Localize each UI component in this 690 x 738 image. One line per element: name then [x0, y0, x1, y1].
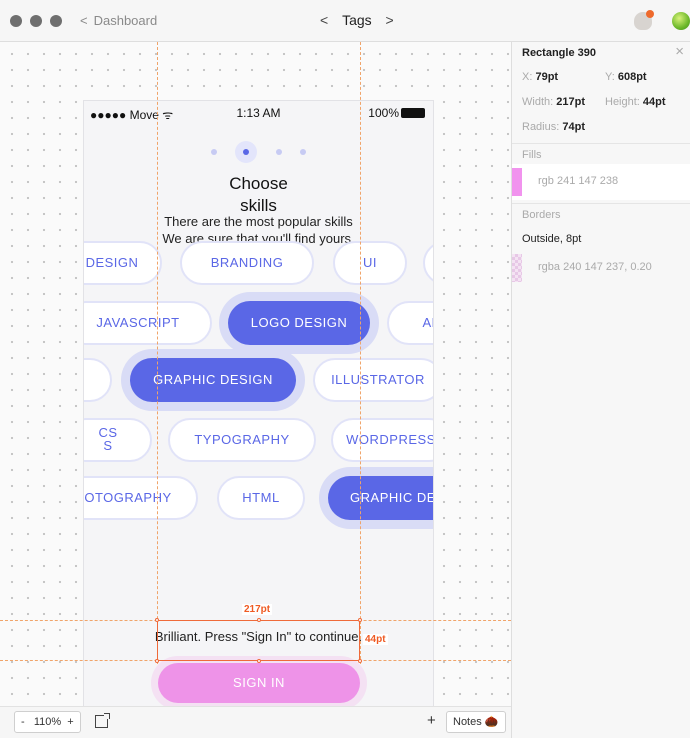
chevron-left-icon: < — [80, 13, 88, 28]
user-avatar-icon[interactable] — [672, 12, 690, 30]
height-label: Height: — [605, 96, 640, 108]
width-measurement: 217pt — [242, 604, 273, 615]
zoom-control: - 110% + — [14, 711, 81, 733]
selection-outline[interactable] — [155, 618, 362, 663]
x-value: 79pt — [535, 71, 559, 83]
page-dot — [275, 149, 282, 155]
close-window-button[interactable] — [10, 15, 22, 27]
battery-icon — [401, 108, 425, 118]
radius-label: Radius: — [522, 121, 560, 133]
tag-graphic-design-selected[interactable]: GRAPHIC DESIGN — [130, 358, 296, 402]
next-page-button[interactable]: > — [376, 12, 404, 28]
tag-graphic-design-selected-2[interactable]: GRAPHIC DE — [328, 476, 433, 520]
border-position: Outside, 8pt — [522, 233, 582, 245]
guide-line-vertical — [360, 42, 361, 664]
x-position: X: 79pt — [522, 71, 558, 83]
notification-bell-icon[interactable] — [634, 10, 654, 30]
expand-icon[interactable] — [95, 713, 110, 728]
tag-partial[interactable] — [423, 241, 433, 285]
sign-in-button[interactable]: SIGN IN — [158, 663, 360, 703]
tag-typography[interactable]: TYPOGRAPHY — [168, 418, 316, 462]
battery-label: 100% — [368, 106, 399, 120]
resize-handle[interactable] — [155, 659, 159, 663]
tag-wordpress[interactable]: WORDPRESS — [331, 418, 433, 462]
border-value: rgba 240 147 237, 0.20 — [538, 261, 652, 273]
resize-handle[interactable] — [358, 659, 362, 663]
page-title: Tags — [342, 12, 372, 28]
tag-html[interactable]: HTML — [217, 476, 305, 520]
page-dot — [210, 149, 217, 155]
tag-css-line-2: S — [103, 438, 113, 453]
width-value: 217pt — [556, 96, 585, 108]
borders-section-header: Borders — [512, 203, 690, 225]
page-navigator: < Tags > — [310, 12, 404, 28]
y-value: 608pt — [617, 71, 647, 83]
battery-indicator: 100% — [368, 106, 425, 120]
y-label: Y: — [605, 71, 615, 83]
tag-branding[interactable]: BRANDING — [180, 241, 314, 285]
bottom-toolbar: - 110% + + Notes 🌰 — [0, 706, 511, 738]
tag-css-line-1: CS — [98, 425, 118, 440]
status-bar: ●●●●● Move ᯤ 1:13 AM 100% — [84, 101, 433, 123]
tag-art[interactable]: AR — [387, 301, 433, 345]
fill-row[interactable]: rgb 241 147 238 — [512, 164, 690, 200]
heading-line-1: Choose — [229, 174, 288, 193]
guide-line-vertical — [157, 42, 158, 664]
resize-handle[interactable] — [155, 618, 159, 622]
fill-color-swatch[interactable] — [512, 168, 522, 196]
tag-ui[interactable]: UI — [333, 241, 407, 285]
fills-section-header: Fills — [512, 143, 690, 165]
page-dot-active — [235, 141, 258, 163]
tag-partial[interactable] — [84, 358, 112, 402]
zoom-out-button[interactable]: - — [21, 716, 25, 728]
tag-photography[interactable]: OTOGRAPHY — [84, 476, 198, 520]
tag-design[interactable]: DESIGN — [84, 241, 162, 285]
resize-handle[interactable] — [257, 618, 261, 622]
back-to-dashboard-link[interactable]: < Dashboard — [80, 13, 157, 28]
inspector-panel: Rectangle 390 × X: 79pt Y: 608pt Width: … — [511, 42, 690, 738]
resize-handle[interactable] — [358, 618, 362, 622]
add-note-button[interactable]: + — [427, 712, 436, 729]
fill-value: rgb 241 147 238 — [538, 175, 619, 187]
page-indicator — [84, 141, 433, 163]
tag-css[interactable]: CS S — [84, 418, 152, 462]
tag-logo-design-selected[interactable]: LOGO DESIGN — [228, 301, 370, 345]
inspector-title: Rectangle 390 — [522, 47, 596, 59]
tag-javascript[interactable]: JAVASCRIPT — [84, 301, 212, 345]
screen-heading: Choose skills — [84, 173, 433, 217]
notes-button[interactable]: Notes 🌰 — [446, 711, 506, 733]
width-property: Width: 217pt — [522, 96, 585, 108]
tag-illustrator[interactable]: ILLUSTRATOR — [313, 358, 433, 402]
radius-property: Radius: 74pt — [522, 121, 585, 133]
height-value: 44pt — [642, 96, 666, 108]
border-row[interactable]: rgba 240 147 237, 0.20 — [512, 250, 690, 286]
height-measurement: 44pt — [363, 634, 388, 645]
zoom-level: 110% — [33, 716, 62, 728]
maximize-window-button[interactable] — [50, 15, 62, 27]
minimize-window-button[interactable] — [30, 15, 42, 27]
close-icon[interactable]: × — [675, 43, 684, 60]
border-color-swatch[interactable] — [512, 254, 522, 282]
width-label: Width: — [522, 96, 554, 108]
radius-value: 74pt — [562, 121, 585, 133]
zoom-in-button[interactable]: + — [67, 716, 73, 728]
page-dot — [300, 149, 307, 155]
window-titlebar: < Dashboard < Tags > — [0, 0, 690, 42]
resize-handle[interactable] — [257, 659, 261, 663]
previous-page-button[interactable]: < — [310, 12, 338, 28]
subtitle-line-1: There are the most popular skills — [164, 214, 353, 229]
x-label: X: — [522, 71, 533, 83]
y-position: Y: 608pt — [605, 71, 647, 83]
height-property: Height: 44pt — [605, 96, 666, 108]
back-link-label: Dashboard — [93, 13, 158, 28]
